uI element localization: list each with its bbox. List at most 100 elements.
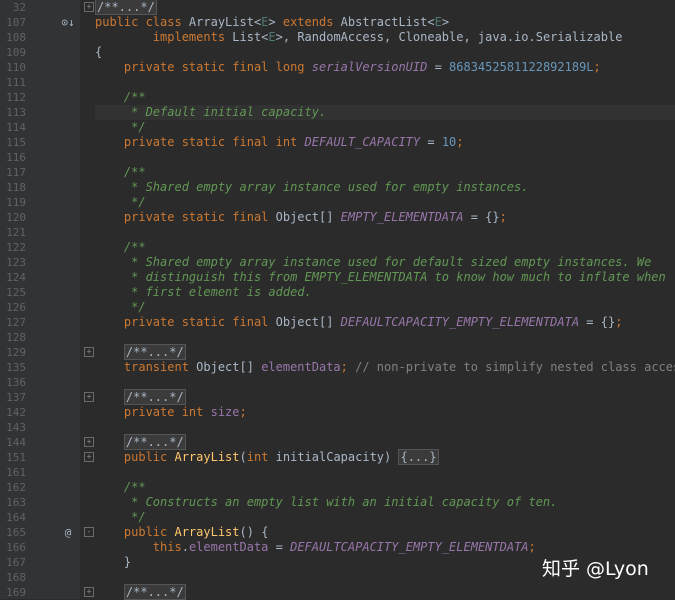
code-line[interactable]: 135 transient Object[] elementData; // n… [0,360,675,375]
code-line[interactable]: 164 */ [0,510,675,525]
line-number: 121 [6,226,26,239]
fold-expand-icon[interactable]: + [84,347,94,357]
line-number: 117 [6,166,26,179]
line-number: 112 [6,91,26,104]
code-text: /** [95,240,146,254]
code-line[interactable]: 128 [0,330,675,345]
line-number: 119 [6,196,26,209]
code-line[interactable]: 108 implements List<E>, RandomAccess, Cl… [0,30,675,45]
code-line[interactable]: 117 /** [0,165,675,180]
line-number: 166 [6,541,26,554]
code-line[interactable]: 114 */ [0,120,675,135]
line-number: 113 [6,106,26,119]
code-line[interactable]: 115 private static final int DEFAULT_CAP… [0,135,675,150]
code-line[interactable]: 144 + /**...*/ [0,434,675,450]
line-number: 161 [6,466,26,479]
code-line[interactable]: 124 * distinguish this from EMPTY_ELEMEN… [0,270,675,285]
code-line[interactable]: 126 */ [0,300,675,315]
code-text: * distinguish this from EMPTY_ELEMENTDAT… [95,270,666,284]
code-line[interactable]: 111 [0,75,675,90]
collapsed-block[interactable]: {...} [398,449,439,465]
code-text: this.elementData = DEFAULTCAPACITY_EMPTY… [152,540,536,554]
line-number: 109 [6,46,26,59]
code-line[interactable]: 121 [0,225,675,240]
code-line[interactable]: 120 private static final Object[] EMPTY_… [0,210,675,225]
code-line[interactable]: 107 ⊙↓ public class ArrayList<E> extends A… [0,15,675,30]
code-line[interactable]: 166 this.elementData = DEFAULTCAPACITY_E… [0,540,675,555]
code-line[interactable]: 169 + /**...*/ [0,584,675,600]
code-text: /**...*/ [95,584,675,600]
code-line[interactable]: 116 [0,150,675,165]
code-line[interactable]: 109 { [0,45,675,60]
collapsed-block[interactable]: /**...*/ [95,0,157,15]
line-number: 126 [6,301,26,314]
code-line[interactable]: 125 * first element is added. [0,285,675,300]
code-line[interactable]: 118 * Shared empty array instance used f… [0,180,675,195]
code-line[interactable]: 119 */ [0,195,675,210]
code-line[interactable]: 112 /** [0,90,675,105]
code-line[interactable]: 32 +/**...*/ [0,0,675,15]
fold-expand-icon[interactable]: + [84,437,94,447]
line-number: 120 [6,211,26,224]
code-text: public ArrayList() { [123,525,269,539]
code-line[interactable]: 163 * Constructs an empty list with an i… [0,495,675,510]
line-number: 136 [6,376,26,389]
code-text: * Shared empty array instance used for d… [95,255,652,269]
code-text: */ [95,300,146,314]
code-line[interactable]: 110 private static final long serialVers… [0,60,675,75]
code-text: /**...*/ [95,434,675,450]
line-number: 135 [6,361,26,374]
collapsed-block[interactable]: /**...*/ [123,584,186,600]
line-number: 168 [6,571,26,584]
code-text: /**...*/ [95,389,675,405]
code-line[interactable]: 123 * Shared empty array instance used f… [0,255,675,270]
code-text: implements List<E>, RandomAccess, Clonea… [152,30,623,44]
code-line[interactable]: 161 [0,465,675,480]
collapsed-block[interactable]: /**...*/ [123,434,186,450]
line-number: 129 [6,346,26,359]
code-text: public ArrayList(int initialCapacity) {.… [123,449,439,465]
code-line[interactable]: 137 + /**...*/ [0,389,675,405]
code-line[interactable]: 122 /** [0,240,675,255]
code-line[interactable]: 113 * Default initial capacity. [0,105,675,120]
fold-expand-icon[interactable]: + [84,452,94,462]
code-line[interactable]: 151 + public ArrayList(int initialCapacit… [0,449,675,465]
line-number: 128 [6,331,26,344]
line-number: 169 [6,586,26,599]
fold-collapse-icon[interactable]: - [84,527,94,537]
collapsed-block[interactable]: /**...*/ [123,389,186,405]
line-number: 115 [6,136,26,149]
code-editor[interactable]: 32 +/**...*/107 ⊙↓ public class ArrayList<E… [0,0,675,600]
code-line[interactable]: 165 @ - public ArrayList() { [0,525,675,540]
line-number: 165 [6,526,26,539]
code-text: /** [95,480,146,494]
code-line[interactable]: 136 [0,375,675,390]
code-line[interactable]: 142 private int size; [0,405,675,420]
collapsed-block[interactable]: /**...*/ [123,344,186,360]
line-number: 143 [6,421,26,434]
code-text: public class ArrayList<E> extends Abstra… [95,15,450,29]
override-marker-icon[interactable]: @ [60,525,76,540]
implementation-marker-icon[interactable]: ⊙↓ [60,15,76,30]
line-number: 122 [6,241,26,254]
code-text: /**...*/ [95,344,675,360]
fold-expand-icon[interactable]: + [84,2,94,12]
code-line[interactable]: 162 /** [0,480,675,495]
line-number: 114 [6,121,26,134]
code-line[interactable]: 143 [0,420,675,435]
fold-expand-icon[interactable]: + [84,587,94,597]
fold-expand-icon[interactable]: + [84,392,94,402]
line-number: 116 [6,151,26,164]
code-line[interactable]: 127 private static final Object[] DEFAUL… [0,315,675,330]
line-number: 163 [6,496,26,509]
line-number: 124 [6,271,26,284]
line-number: 110 [6,61,26,74]
code-text: * Default initial capacity. [95,105,675,120]
line-number: 118 [6,181,26,194]
code-text: private static final Object[] DEFAULTCAP… [123,315,623,329]
code-line[interactable]: 129 + /**...*/ [0,344,675,360]
